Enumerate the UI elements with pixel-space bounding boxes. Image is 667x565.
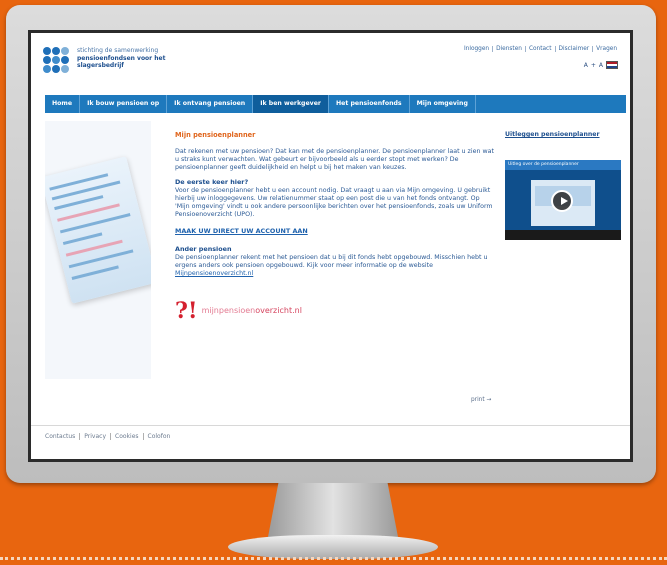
main-content: Mijn pensioenplanner Dat rekenen met uw …	[175, 131, 495, 322]
monitor-base	[228, 535, 438, 559]
hero-image	[45, 121, 151, 379]
question-exclamation-icon: ?!	[175, 298, 198, 324]
top-link-services[interactable]: Diensten	[492, 46, 525, 52]
mijnpensioenoverzicht-logo[interactable]: ?! mijnpensioenoverzicht.nl	[175, 300, 495, 322]
footer-link-colofon[interactable]: Colofon	[142, 433, 175, 440]
logo-text: stichting de samenwerking pensioenfondse…	[77, 47, 165, 70]
video-title: Uitleg over de pensioenplanner	[505, 160, 621, 170]
text-smaller-button[interactable]: A	[584, 62, 588, 69]
monitor-frame: stichting de samenwerking pensioenfondse…	[6, 5, 656, 483]
site-header: stichting de samenwerking pensioenfondse…	[31, 33, 630, 95]
text-size-separator: +	[590, 61, 596, 69]
mpo-logo-text-b: overzicht.nl	[255, 306, 302, 315]
dutch-flag-icon[interactable]	[606, 61, 618, 69]
footer-link-contact[interactable]: Contactus	[45, 433, 79, 440]
site-footer: Contactus Privacy Cookies Colofon	[31, 425, 630, 440]
logo-line-3: slagersbedrijf	[77, 62, 124, 69]
logo-dots-icon	[43, 47, 71, 75]
create-account-link[interactable]: MAAK UW DIRECT UW ACCOUNT AAN	[175, 227, 495, 235]
other-pension-text: De pensioenplanner rekent met het pensio…	[175, 254, 488, 269]
mpo-logo-text-a: mijnpensioen	[201, 306, 256, 315]
text-size-controls: A + A	[584, 61, 618, 69]
mpo-logo-text: mijnpensioenoverzicht.nl	[202, 307, 302, 315]
first-time-heading: De eerste keer hier?	[175, 178, 249, 186]
nav-receive-pension[interactable]: Ik ontvang pensioen	[167, 95, 254, 113]
top-link-questions[interactable]: Vragen	[592, 46, 620, 52]
play-icon[interactable]	[551, 190, 573, 212]
monitor-stand	[268, 483, 398, 537]
top-link-contact[interactable]: Contact	[524, 46, 555, 52]
top-link-login[interactable]: Inloggen	[461, 46, 492, 52]
other-pension-heading: Ander pensioen	[175, 245, 232, 253]
top-links: Inloggen Diensten Contact Disclaimer Vra…	[461, 46, 620, 52]
sidebar-title[interactable]: Uitleggen pensioenplanner	[505, 131, 625, 138]
video-controls-bar[interactable]	[505, 230, 621, 240]
nav-home[interactable]: Home	[45, 95, 81, 113]
footer-link-cookies[interactable]: Cookies	[110, 433, 143, 440]
first-time-text: Voor de pensioenplanner hebt u een accou…	[175, 187, 493, 218]
video-player[interactable]: Uitleg over de pensioenplanner	[505, 160, 621, 240]
nav-accrue-pension[interactable]: Ik bouw pensioen op	[80, 95, 168, 113]
nav-pension-fund[interactable]: Het pensioenfonds	[329, 95, 410, 113]
browser-screen: stichting de samenwerking pensioenfondse…	[28, 30, 633, 462]
nav-employer[interactable]: Ik ben werkgever	[253, 95, 329, 113]
site-logo[interactable]: stichting de samenwerking pensioenfondse…	[43, 47, 165, 75]
dotted-divider	[0, 557, 667, 560]
text-larger-button[interactable]: A	[599, 62, 603, 69]
hero-form-illustration	[45, 156, 151, 304]
intro-text: Dat rekenen met uw pensioen? Dat kan met…	[175, 148, 494, 171]
logo-line-2: pensioenfondsen voor het	[77, 54, 166, 62]
main-nav: Home Ik bouw pensioen op Ik ontvang pens…	[45, 95, 626, 113]
top-link-disclaimer[interactable]: Disclaimer	[554, 46, 593, 52]
footer-links: Contactus Privacy Cookies Colofon	[45, 433, 630, 440]
logo-line-1: stichting de samenwerking	[77, 47, 159, 54]
print-link[interactable]: print →	[471, 397, 491, 403]
pension-overview-link[interactable]: Mijnpensioenoverzicht.nl	[175, 270, 253, 277]
sidebar: Uitleggen pensioenplanner Uitleg over de…	[505, 131, 625, 240]
nav-my-environment[interactable]: Mijn omgeving	[410, 95, 476, 113]
page-title: Mijn pensioenplanner	[175, 131, 256, 139]
footer-link-privacy[interactable]: Privacy	[79, 433, 110, 440]
